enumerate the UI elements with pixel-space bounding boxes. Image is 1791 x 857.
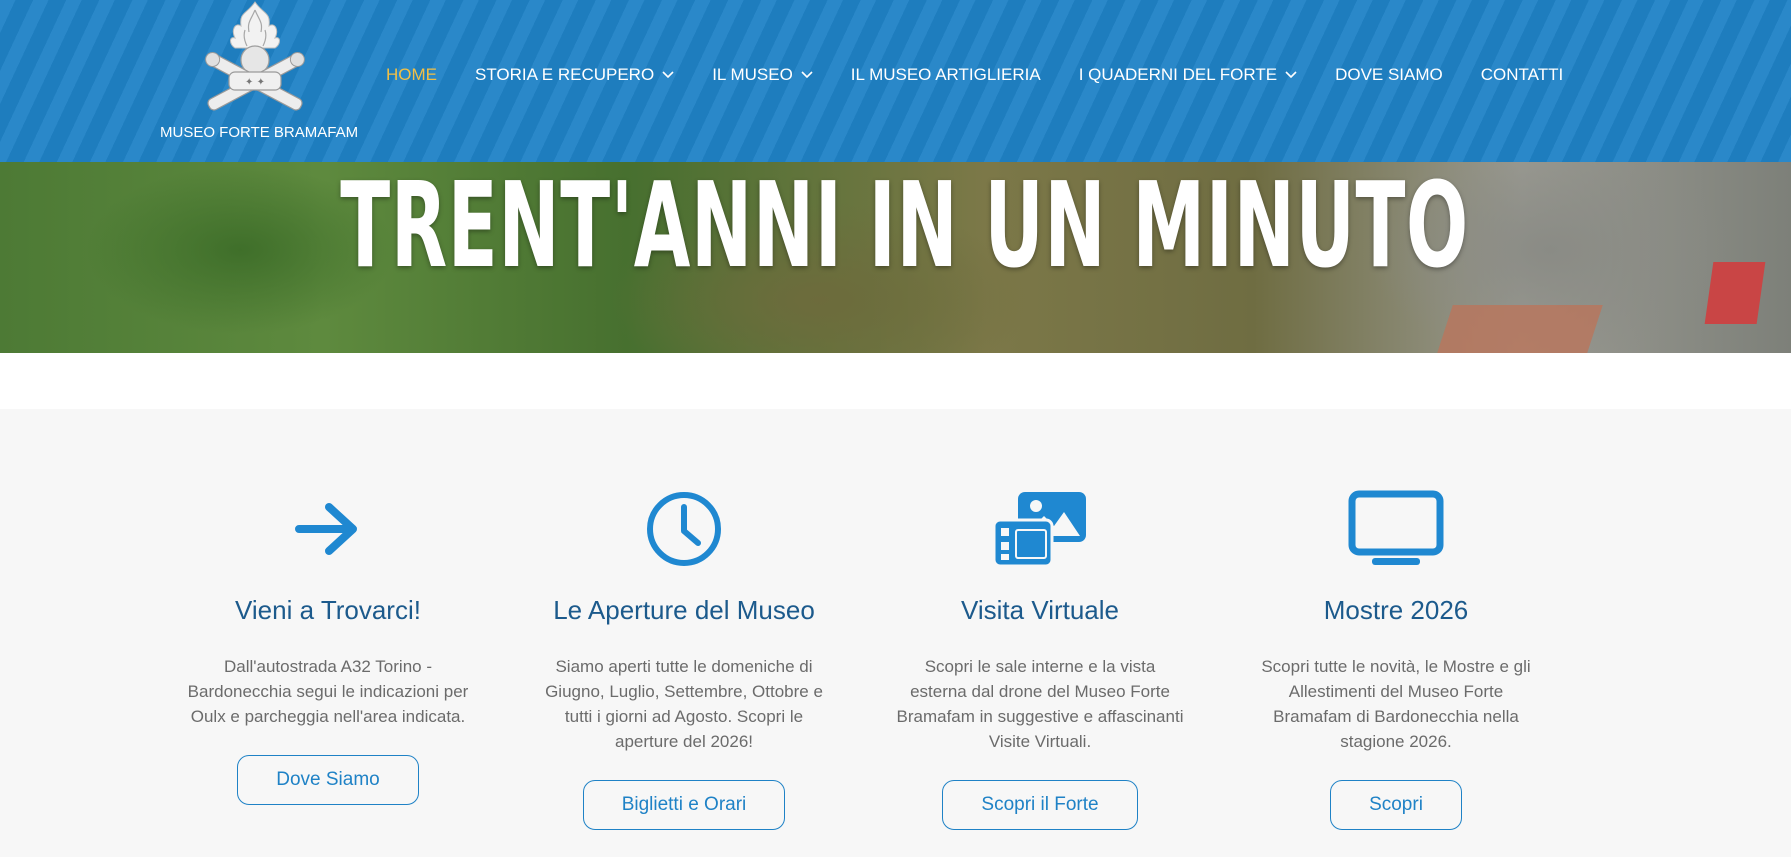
- feature-title: Vieni a Trovarci!: [235, 595, 421, 625]
- feature-text: Dall'autostrada A32 Torino - Bardonecchi…: [187, 657, 469, 726]
- feature-card-vieni-a-trovarci: Vieni a Trovarci! Dall'autostrada A32 To…: [173, 489, 483, 805]
- nav-item-contatti[interactable]: CONTATTI: [1481, 62, 1563, 88]
- dove-siamo-button[interactable]: Dove Siamo: [237, 755, 419, 805]
- nav-item-label: DOVE SIAMO: [1335, 65, 1443, 84]
- nav-item-label: IL MUSEO: [712, 65, 793, 84]
- hero-roof: [1704, 262, 1766, 324]
- logo-text: MUSEO FORTE BRAMAFAM: [160, 124, 359, 141]
- main-nav: HOME STORIA E RECUPERO IL MUSEO IL MUSEO…: [386, 62, 1601, 88]
- nav-item-label: STORIA E RECUPERO: [475, 65, 655, 84]
- monitor-icon: [1348, 490, 1444, 565]
- chevron-down-icon: [1285, 71, 1297, 79]
- site-logo[interactable]: ✦ ✦ MUSEO FORTE BRAMAFAM: [160, 0, 359, 150]
- nav-item-i-quaderni-del-forte[interactable]: I QUADERNI DEL FORTE: [1079, 62, 1297, 88]
- feature-text: Scopri le sale interne e la vista estern…: [896, 657, 1184, 751]
- nav-item-label: CONTATTI: [1480, 65, 1564, 84]
- arrow-right-icon: [295, 503, 357, 555]
- clock-icon: [647, 492, 721, 566]
- grenade-emblem-icon: ✦ ✦: [205, 1, 305, 111]
- nav-item-il-museo-artiglieria[interactable]: IL MUSEO ARTIGLIERIA: [851, 62, 1041, 88]
- feature-card-mostre-2026: Mostre 2026 Scopri tutte le novità, le M…: [1241, 489, 1551, 830]
- feature-text: Scopri tutte le novità, le Mostre e gli …: [1261, 657, 1531, 751]
- features-section: Vieni a Trovarci! Dall'autostrada A32 To…: [0, 409, 1791, 857]
- feature-title: Mostre 2026: [1323, 595, 1469, 625]
- biglietti-e-orari-button[interactable]: Biglietti e Orari: [582, 780, 786, 830]
- nav-item-label: HOME: [386, 65, 437, 84]
- feature-title: Le Aperture del Museo: [553, 595, 815, 625]
- nav-item-home[interactable]: HOME: [386, 62, 437, 88]
- nav-item-label: IL MUSEO ARTIGLIERIA: [850, 65, 1041, 84]
- svg-text:✦ ✦: ✦ ✦: [245, 77, 265, 88]
- chevron-down-icon: [662, 71, 674, 79]
- nav-item-label: I QUADERNI DEL FORTE: [1078, 65, 1278, 84]
- hero-title: TRENT'ANNI IN UN MINUTO: [340, 156, 1469, 294]
- feature-text: Siamo aperti tutte le domeniche di Giugn…: [545, 657, 823, 751]
- scopri-button[interactable]: Scopri: [1330, 780, 1462, 830]
- feature-title: Visita Virtuale: [960, 595, 1120, 625]
- chevron-down-icon: [801, 71, 813, 79]
- feature-card-aperture-museo: Le Aperture del Museo Siamo aperti tutte…: [529, 489, 839, 830]
- scopri-il-forte-button[interactable]: Scopri il Forte: [942, 780, 1138, 830]
- nav-item-il-museo[interactable]: IL MUSEO: [712, 62, 813, 88]
- hero-building: [1437, 305, 1603, 353]
- feature-card-visita-virtuale: Visita Virtuale Scopri le sale interne e…: [885, 489, 1195, 830]
- nav-item-dove-siamo[interactable]: DOVE SIAMO: [1335, 62, 1443, 88]
- photo-video-icon: [992, 492, 1086, 568]
- nav-item-storia-e-recupero[interactable]: STORIA E RECUPERO: [475, 62, 674, 88]
